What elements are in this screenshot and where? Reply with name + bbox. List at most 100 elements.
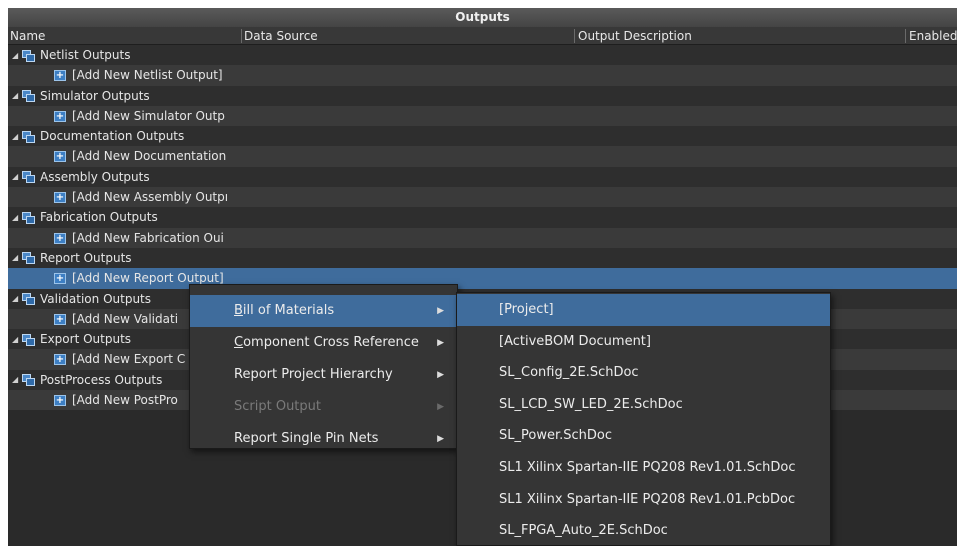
add-output-icon: + (54, 151, 66, 163)
column-separator[interactable] (905, 29, 906, 43)
expand-triangle-icon[interactable]: ◢ (12, 248, 22, 268)
row-name-cell[interactable]: ◢ Report Outputs (12, 248, 244, 268)
submenu-arrow-icon: ▶ (437, 402, 444, 412)
output-group-row[interactable]: ◢ Assembly Outputs (8, 166, 957, 188)
submenu-arrow-icon: ▶ (437, 306, 444, 316)
row-label: [Add New Simulator Outp (72, 108, 225, 123)
column-header-output-description[interactable]: Output Description (576, 27, 906, 45)
row-label: [Add New PostPro (72, 393, 178, 408)
output-group-icon (22, 374, 36, 387)
expand-triangle-icon[interactable]: ◢ (12, 46, 22, 66)
row-name-cell[interactable]: ◢ Assembly Outputs (12, 167, 244, 187)
submenu-item[interactable]: SL1 Xilinx Spartan-IIE PQ208 Rev1.01.Sch… (457, 452, 830, 484)
row-name-cell[interactable]: ◢ Simulator Outputs (12, 86, 244, 106)
menu-item-report-project-hierarchy[interactable]: Report Project Hierarchy ▶ (190, 359, 457, 391)
row-label: Report Outputs (40, 250, 132, 265)
add-output-icon: + (54, 192, 66, 204)
output-group-icon (22, 171, 36, 184)
add-output-row[interactable]: + [Add New Netlist Output] (8, 65, 957, 86)
row-label: PostProcess Outputs (40, 372, 163, 387)
add-output-row[interactable]: + [Add New Documentation (8, 146, 957, 167)
column-header-name[interactable]: Name (8, 27, 240, 45)
add-output-row[interactable]: + [Add New Report Output] (8, 268, 957, 289)
output-group-row[interactable]: ◢ Fabrication Outputs (8, 207, 957, 228)
add-output-icon: + (54, 110, 66, 122)
output-group-icon (22, 49, 36, 62)
submenu-item[interactable]: [Project] (457, 294, 830, 326)
row-label: Assembly Outputs (40, 169, 150, 184)
submenu-item[interactable]: SL_Config_2E.SchDoc (457, 357, 830, 389)
menu-item-label: ill of Materials (242, 303, 335, 318)
submenu-item[interactable]: [ActiveBOM Document] (457, 326, 830, 358)
add-output-row[interactable]: + [Add New Assembly Outpı (8, 187, 957, 208)
add-output-row[interactable]: + [Add New Fabrication Oui (8, 227, 957, 248)
output-group-icon (22, 211, 36, 224)
add-output-icon: + (54, 70, 66, 82)
submenu-item[interactable]: SL_Power.SchDoc (457, 420, 830, 452)
menu-item-accelerator: C (234, 335, 244, 350)
output-group-icon (22, 130, 36, 143)
add-output-icon: + (54, 313, 66, 325)
expand-triangle-icon[interactable]: ◢ (12, 86, 22, 106)
row-name-cell[interactable]: + [Add New Simulator Outp (54, 106, 240, 126)
menu-item-report-single-pin-nets[interactable]: Report Single Pin Nets ▶ (190, 423, 457, 455)
panel-title: Outputs (8, 8, 957, 27)
menu-item-accelerator: B (234, 303, 243, 318)
row-name-cell[interactable]: + [Add New Assembly Outpı (54, 187, 240, 207)
row-name-cell[interactable]: ◢ Documentation Outputs (12, 126, 244, 146)
row-name-cell[interactable]: ◢ Netlist Outputs (12, 45, 244, 65)
row-label: [Add New Documentation (72, 149, 227, 164)
column-header-row: Name Data Source Output Description Enab… (8, 27, 957, 45)
row-label: [Add New Validati (72, 311, 179, 326)
row-name-cell[interactable]: + [Add New Fabrication Oui (54, 228, 240, 248)
row-name-cell[interactable]: + [Add New Documentation (54, 146, 240, 166)
add-output-icon: + (54, 232, 66, 244)
column-header-data-source[interactable]: Data Source (242, 27, 572, 45)
submenu-arrow-icon: ▶ (437, 338, 444, 348)
add-output-icon: + (54, 273, 66, 285)
menu-item-bill-of-materials[interactable]: Bill of Materials ▶ (190, 295, 457, 327)
row-label: [Add New Fabrication Oui (72, 230, 224, 245)
row-label: Export Outputs (40, 332, 132, 347)
menu-item-component-cross-reference[interactable]: Component Cross Reference ▶ (190, 327, 457, 359)
row-label: Netlist Outputs (40, 48, 131, 62)
row-label: Fabrication Outputs (40, 210, 158, 225)
submenu-arrow-icon: ▶ (437, 370, 444, 380)
submenu-item[interactable]: SL1 Xilinx Spartan-IIE PQ208 Rev1.01.Pcb… (457, 484, 830, 516)
row-label: Validation Outputs (40, 291, 152, 306)
bill-of-materials-submenu: [Project] [ActiveBOM Document] SL_Config_2… (456, 292, 831, 546)
expand-triangle-icon[interactable]: ◢ (12, 370, 22, 390)
output-group-icon (22, 90, 36, 103)
output-group-row[interactable]: ◢ Simulator Outputs (8, 85, 957, 106)
output-group-row[interactable]: ◢ Netlist Outputs (8, 45, 957, 66)
output-group-icon (22, 252, 36, 265)
column-separator[interactable] (574, 29, 575, 43)
row-name-cell[interactable]: + [Add New Netlist Output] (54, 65, 240, 85)
expand-triangle-icon[interactable]: ◢ (12, 208, 22, 228)
row-label: Simulator Outputs (40, 88, 150, 103)
expand-triangle-icon[interactable]: ◢ (12, 127, 22, 147)
menu-item-label: Report Single Pin Nets (234, 431, 379, 446)
menu-item-label: Report Project Hierarchy (234, 367, 393, 382)
expand-triangle-icon[interactable]: ◢ (12, 289, 22, 309)
row-name-cell[interactable]: ◢ Fabrication Outputs (12, 207, 244, 227)
menu-item-script-output: Script Output ▶ (190, 391, 457, 423)
row-label: [Add New Netlist Output] (72, 68, 223, 83)
expand-triangle-icon[interactable]: ◢ (12, 167, 22, 187)
output-group-row[interactable]: ◢ Documentation Outputs (8, 126, 957, 147)
output-group-icon (22, 293, 36, 306)
submenu-arrow-icon: ▶ (437, 434, 444, 444)
output-group-row[interactable]: ◢ Report Outputs (8, 247, 957, 269)
add-output-icon: + (54, 395, 66, 407)
add-output-row[interactable]: + [Add New Simulator Outp (8, 105, 957, 127)
row-label: [Add New Assembly Outpı (72, 190, 229, 205)
column-header-enabled[interactable]: Enabled (907, 27, 957, 45)
expand-triangle-icon[interactable]: ◢ (12, 330, 22, 350)
row-label: [Add New Export C (72, 352, 186, 367)
menu-item-label: omponent Cross Reference (243, 335, 419, 350)
output-group-icon (22, 333, 36, 346)
submenu-item[interactable]: SL_FPGA_Auto_2E.SchDoc (457, 515, 830, 546)
row-label: Documentation Outputs (40, 129, 185, 144)
submenu-item[interactable]: SL_LCD_SW_LED_2E.SchDoc (457, 389, 830, 421)
menu-item-label: Script Output (234, 399, 321, 414)
